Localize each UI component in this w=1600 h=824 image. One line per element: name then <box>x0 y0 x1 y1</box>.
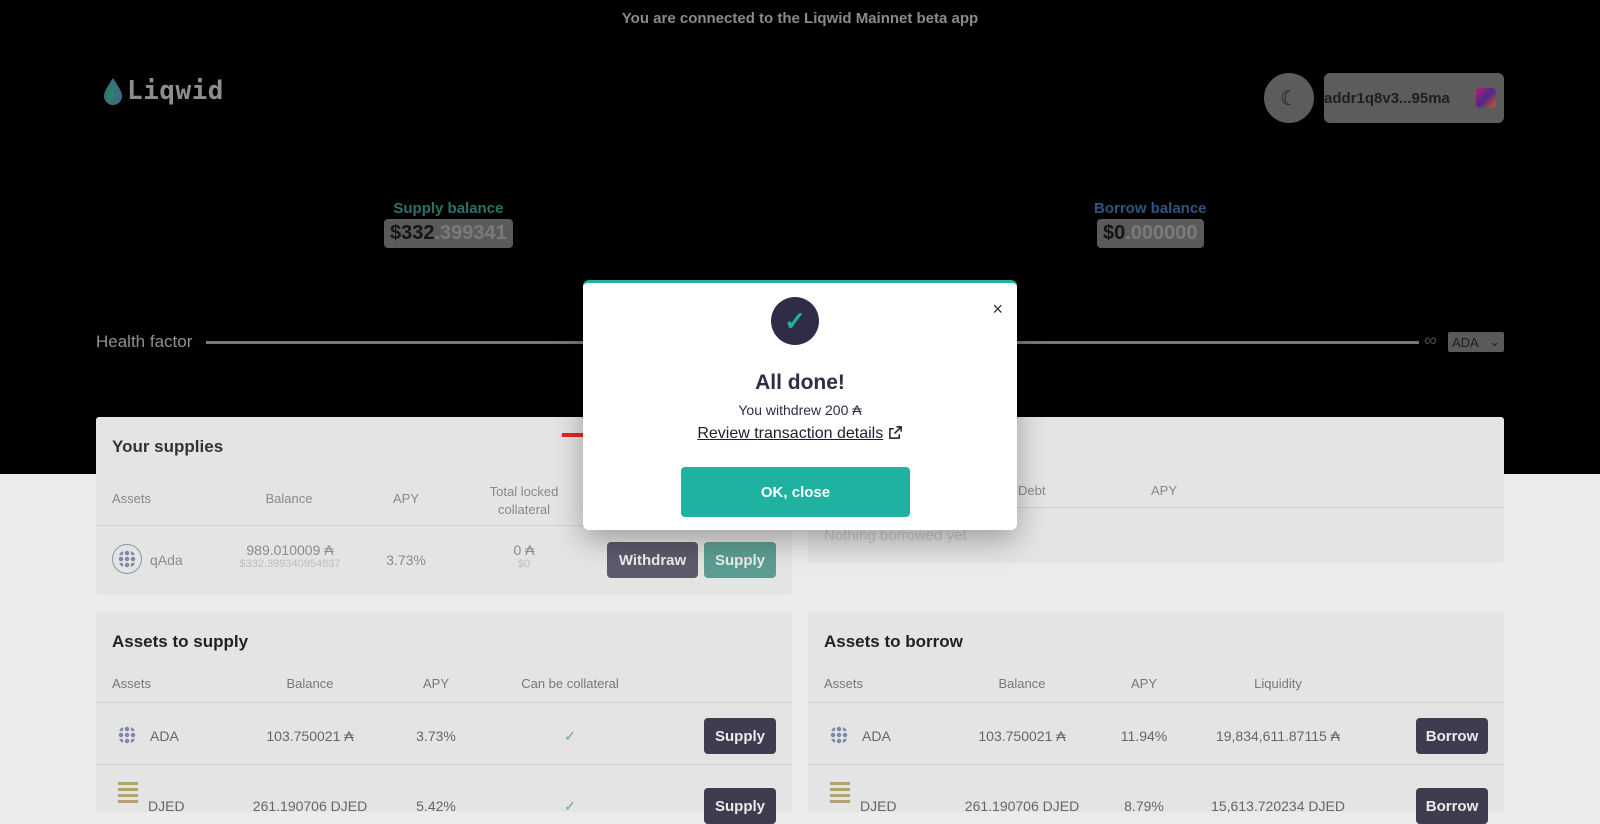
divider <box>808 764 1504 765</box>
balance-cell: 103.750021 ₳ <box>978 728 1066 744</box>
supply-button[interactable]: Supply <box>704 788 776 824</box>
ada-icon <box>112 720 142 750</box>
health-factor-value: ∞ <box>1424 330 1437 350</box>
djed-icon <box>118 782 138 806</box>
chevron-down-icon: ⌄ <box>1489 334 1500 349</box>
assets-to-supply-title: Assets to supply <box>112 632 249 651</box>
borrow-button[interactable]: Borrow <box>1416 788 1488 824</box>
divider <box>808 702 1504 703</box>
qada-icon <box>112 544 142 574</box>
theme-toggle-button[interactable]: ☾ <box>1264 73 1314 123</box>
borrow-balance: Borrow balance $0.000000 <box>1094 200 1207 248</box>
apy-cell: 11.94% <box>1120 728 1168 744</box>
divider <box>96 702 792 703</box>
col-balance: Balance <box>265 491 313 506</box>
borrow-balance-decimals: .000000 <box>1125 222 1198 244</box>
modal-title: All done! <box>755 371 845 394</box>
liquidity-cell: 19,834,611.87115 ₳ <box>1215 728 1341 744</box>
supply-balance-cell: 989.010009 ₳ $332.399340954837 <box>220 542 360 570</box>
close-icon[interactable]: × <box>992 299 1003 320</box>
external-link-icon[interactable] <box>888 425 903 440</box>
col-locked: Total locked collateral <box>489 484 559 517</box>
review-transaction-link-wrap: Review transaction details <box>583 425 1017 443</box>
drop-icon <box>104 78 122 105</box>
assets-to-supply-card: Assets to supply Assets Balance APY Can … <box>96 612 792 824</box>
wallet-address: addr1q8v3...95ma <box>1324 89 1450 107</box>
locked-usd: $0 <box>517 558 531 570</box>
ok-close-button[interactable]: OK, close <box>681 467 910 517</box>
supply-button[interactable]: Supply <box>704 718 776 754</box>
success-modal: ✓ × All done! You withdrew 200 ₳ Review … <box>583 280 1017 530</box>
supply-balance-label: Supply balance <box>393 200 504 217</box>
locked-amount: 0 ₳ <box>513 542 535 558</box>
review-transaction-link[interactable]: Review transaction details <box>697 425 883 442</box>
borrow-balance-whole: $0 <box>1102 222 1126 244</box>
ada-icon <box>824 720 854 750</box>
col-assets: Assets <box>112 676 152 691</box>
supply-balance-whole: $332 <box>390 222 435 244</box>
balance-amount: 989.010009 ₳ <box>246 542 334 558</box>
health-factor-label: Health factor <box>96 332 193 351</box>
col-assets: Assets <box>824 676 864 691</box>
col-balance: Balance <box>286 676 334 691</box>
wallet-button[interactable]: addr1q8v3...95ma <box>1324 73 1504 123</box>
col-assets: Assets <box>112 491 152 506</box>
borrow-balance-label: Borrow balance <box>1094 200 1207 217</box>
supply-button[interactable]: Supply <box>704 542 776 578</box>
assets-to-borrow-card: Assets to borrow Assets Balance APY Liqu… <box>808 612 1504 824</box>
your-supplies-title: Your supplies <box>112 437 224 456</box>
moon-icon: ☾ <box>1280 87 1298 110</box>
apy-cell: 3.73% <box>386 552 426 568</box>
currency-value: ADA <box>1452 334 1479 350</box>
review-transaction-text: Review transaction details <box>697 425 884 442</box>
col-liquidity: Liquidity <box>1254 676 1302 691</box>
asset-name: qAda <box>150 552 183 568</box>
logo-text: Liqwid <box>127 76 224 106</box>
success-check-icon: ✓ <box>771 297 819 345</box>
modal-message: You withdrew 200 ₳ <box>738 402 862 418</box>
liqwid-logo[interactable]: Liqwid <box>102 76 224 106</box>
djed-icon <box>830 782 850 806</box>
col-apy: APY <box>422 676 449 691</box>
supply-balance: Supply balance $332.399341 <box>384 200 513 248</box>
col-apy: APY <box>392 491 419 506</box>
col-debt: Debt <box>1018 483 1046 498</box>
asset-name: ADA <box>150 728 179 744</box>
assets-to-borrow-title: Assets to borrow <box>824 632 963 651</box>
col-balance: Balance <box>998 676 1046 691</box>
supply-balance-value: $332.399341 <box>384 219 513 248</box>
borrow-button[interactable]: Borrow <box>1416 718 1488 754</box>
check-icon: ✓ <box>564 728 576 744</box>
divider <box>96 764 792 765</box>
balance-cell: 103.750021 ₳ <box>266 728 354 744</box>
asset-name: ADA <box>862 728 891 744</box>
balance-usd: $332.399340954837 <box>239 558 341 570</box>
currency-select[interactable]: ADA ⌄ <box>1448 332 1504 352</box>
borrow-balance-value: $0.000000 <box>1096 219 1204 248</box>
wallet-icon <box>1476 88 1496 108</box>
apy-cell: 3.73% <box>416 728 456 744</box>
col-apy: APY <box>1130 676 1157 691</box>
col-collateral: Can be collateral <box>521 676 619 691</box>
locked-cell: 0 ₳ $0 <box>494 542 554 570</box>
withdraw-button[interactable]: Withdraw <box>607 542 698 578</box>
check-icon: ✓ <box>564 798 576 814</box>
supply-balance-decimals: .399341 <box>434 222 507 244</box>
network-banner: You are connected to the Liqwid Mainnet … <box>621 10 979 27</box>
col-borrow-apy: APY <box>1150 483 1177 498</box>
